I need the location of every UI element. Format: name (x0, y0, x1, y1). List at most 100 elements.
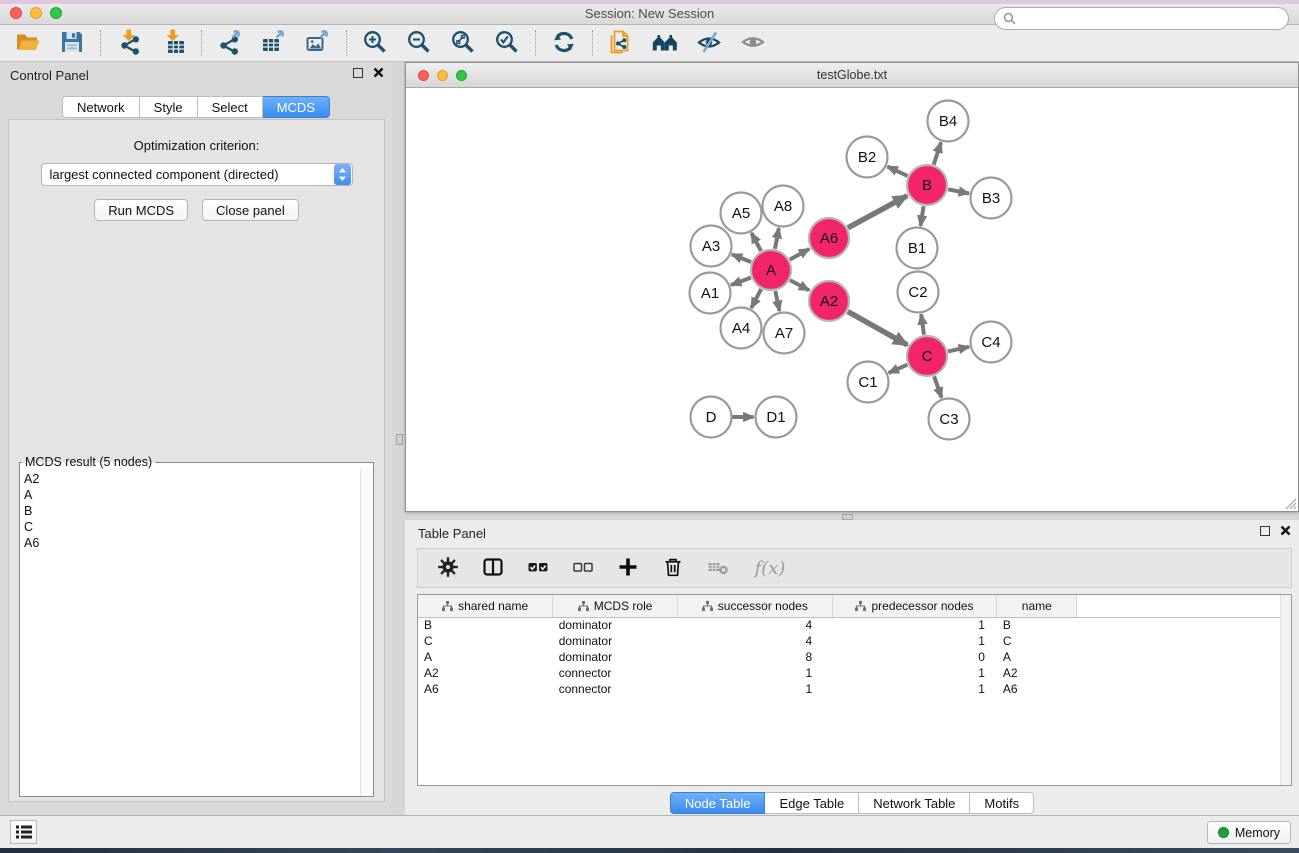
close-panel-button[interactable]: Close panel (202, 199, 299, 221)
graph-node-A1[interactable]: A1 (690, 273, 731, 314)
edge-A-A3[interactable] (732, 254, 751, 262)
split-panel-button[interactable] (479, 554, 507, 582)
edge-A-A6[interactable] (790, 249, 809, 260)
mcds-result-scrollbar[interactable] (360, 469, 373, 796)
column-header-MCDS-role[interactable]: MCDS role (553, 595, 678, 617)
table-cell[interactable]: A2 (418, 665, 553, 681)
table-cell[interactable]: A6 (418, 681, 553, 697)
function-builder-button[interactable]: f(x) (749, 554, 791, 582)
tab-mcds[interactable]: MCDS (263, 96, 330, 118)
graph-node-A8[interactable]: A8 (763, 186, 804, 227)
table-cell[interactable]: 1 (832, 633, 997, 649)
zoom-selected-button[interactable] (492, 29, 522, 57)
graph-node-C1[interactable]: C1 (848, 362, 889, 403)
delete-column-button[interactable] (659, 554, 687, 582)
search-field[interactable] (994, 7, 1289, 30)
table-row[interactable]: Adominator80A (418, 649, 1291, 665)
network-from-file-button[interactable] (606, 29, 636, 57)
column-header-successor-nodes[interactable]: successor nodes (677, 595, 832, 617)
tab-motifs[interactable]: Motifs (970, 792, 1034, 814)
table-float-panel-icon[interactable] (1260, 526, 1270, 536)
network-window-titlebar[interactable]: testGlobe.txt (406, 63, 1298, 88)
search-input[interactable] (1016, 12, 1280, 26)
graph-node-A3[interactable]: A3 (691, 226, 732, 267)
graph-node-A2[interactable]: A2 (809, 281, 849, 321)
table-cell[interactable]: 0 (832, 649, 997, 665)
criterion-dropdown[interactable]: largest connected component (directed) (41, 163, 353, 186)
graph-node-B3[interactable]: B3 (971, 178, 1012, 219)
table-cell[interactable]: 8 (677, 649, 832, 665)
graph-node-C[interactable]: C (907, 336, 947, 376)
edge-C-C2[interactable] (921, 314, 924, 334)
edge-A2-C[interactable] (848, 312, 908, 345)
mcds-result-item[interactable]: B (24, 503, 373, 519)
table-scrollbar[interactable] (1280, 595, 1291, 785)
table-cell[interactable]: A (997, 649, 1077, 665)
graph-node-A5[interactable]: A5 (721, 193, 762, 234)
table-cell[interactable]: 1 (832, 617, 997, 633)
tab-edge-table[interactable]: Edge Table (765, 792, 859, 814)
table-row[interactable]: A2connector11A2 (418, 665, 1291, 681)
edge-A6-B[interactable] (848, 196, 907, 228)
home-button[interactable] (650, 29, 680, 57)
select-all-columns-button[interactable] (524, 554, 552, 582)
graph-node-A[interactable]: A (751, 250, 791, 290)
edge-B-B1[interactable] (921, 206, 924, 226)
graph-node-A4[interactable]: A4 (721, 308, 762, 349)
vertical-splitter-handle[interactable] (396, 434, 403, 445)
graph-node-C4[interactable]: C4 (971, 322, 1012, 363)
zoom-in-button[interactable] (360, 29, 390, 57)
zoom-fit-content-button[interactable] (448, 29, 478, 57)
table-cell[interactable]: A (418, 649, 553, 665)
graph-node-D[interactable]: D (691, 397, 732, 438)
table-cell[interactable]: 1 (677, 681, 832, 697)
float-panel-icon[interactable] (353, 68, 363, 78)
column-header-name[interactable]: name (997, 595, 1077, 617)
window-resize-grip[interactable] (1283, 496, 1297, 510)
save-session-button[interactable] (57, 29, 87, 57)
graph-node-B4[interactable]: B4 (928, 101, 969, 142)
table-row[interactable]: A6connector11A6 (418, 681, 1291, 697)
table-row[interactable]: Bdominator41B (418, 617, 1291, 633)
zoom-out-button[interactable] (404, 29, 434, 57)
horizontal-splitter-handle[interactable] (842, 514, 853, 520)
table-cell[interactable]: C (997, 633, 1077, 649)
graph-node-D1[interactable]: D1 (756, 397, 797, 438)
edge-A-A2[interactable] (790, 280, 809, 290)
table-cell[interactable]: A2 (997, 665, 1077, 681)
export-table-button[interactable] (259, 29, 289, 57)
apply-layout-button[interactable] (549, 29, 579, 57)
mcds-result-item[interactable]: A (24, 487, 373, 503)
graph-node-A6[interactable]: A6 (809, 218, 849, 258)
run-mcds-button[interactable]: Run MCDS (94, 199, 188, 221)
mcds-result-item[interactable]: C (24, 519, 373, 535)
table-cell[interactable]: connector (553, 681, 678, 697)
table-close-panel-icon[interactable] (1280, 525, 1291, 536)
task-history-button[interactable] (10, 820, 37, 844)
export-image-button[interactable] (303, 29, 333, 57)
edge-B-B3[interactable] (948, 189, 969, 193)
export-network-button[interactable] (215, 29, 245, 57)
edge-C-C1[interactable] (889, 365, 908, 373)
open-session-button[interactable] (13, 29, 43, 57)
edge-A-A5[interactable] (751, 233, 761, 251)
delete-table-button[interactable] (704, 554, 732, 582)
hide-graphics-details-button[interactable] (694, 29, 724, 57)
table-cell[interactable]: B (418, 617, 553, 633)
edge-A-A8[interactable] (775, 228, 779, 249)
table-cell[interactable]: 1 (832, 681, 997, 697)
mcds-result-item[interactable]: A2 (24, 471, 373, 487)
graph-node-C2[interactable]: C2 (898, 272, 939, 313)
edge-C-C4[interactable] (948, 347, 969, 352)
edge-B-B2[interactable] (887, 167, 907, 176)
table-cell[interactable]: 4 (677, 617, 832, 633)
tab-network[interactable]: Network (62, 96, 140, 118)
mcds-result-item[interactable]: A6 (24, 535, 373, 551)
graph-node-B[interactable]: B (907, 165, 947, 205)
table-cell[interactable]: dominator (553, 617, 678, 633)
graph-node-B2[interactable]: B2 (847, 137, 888, 178)
table-cell[interactable]: 1 (677, 665, 832, 681)
unselect-all-columns-button[interactable] (569, 554, 597, 582)
tab-style[interactable]: Style (140, 96, 198, 118)
add-column-button[interactable] (614, 554, 642, 582)
